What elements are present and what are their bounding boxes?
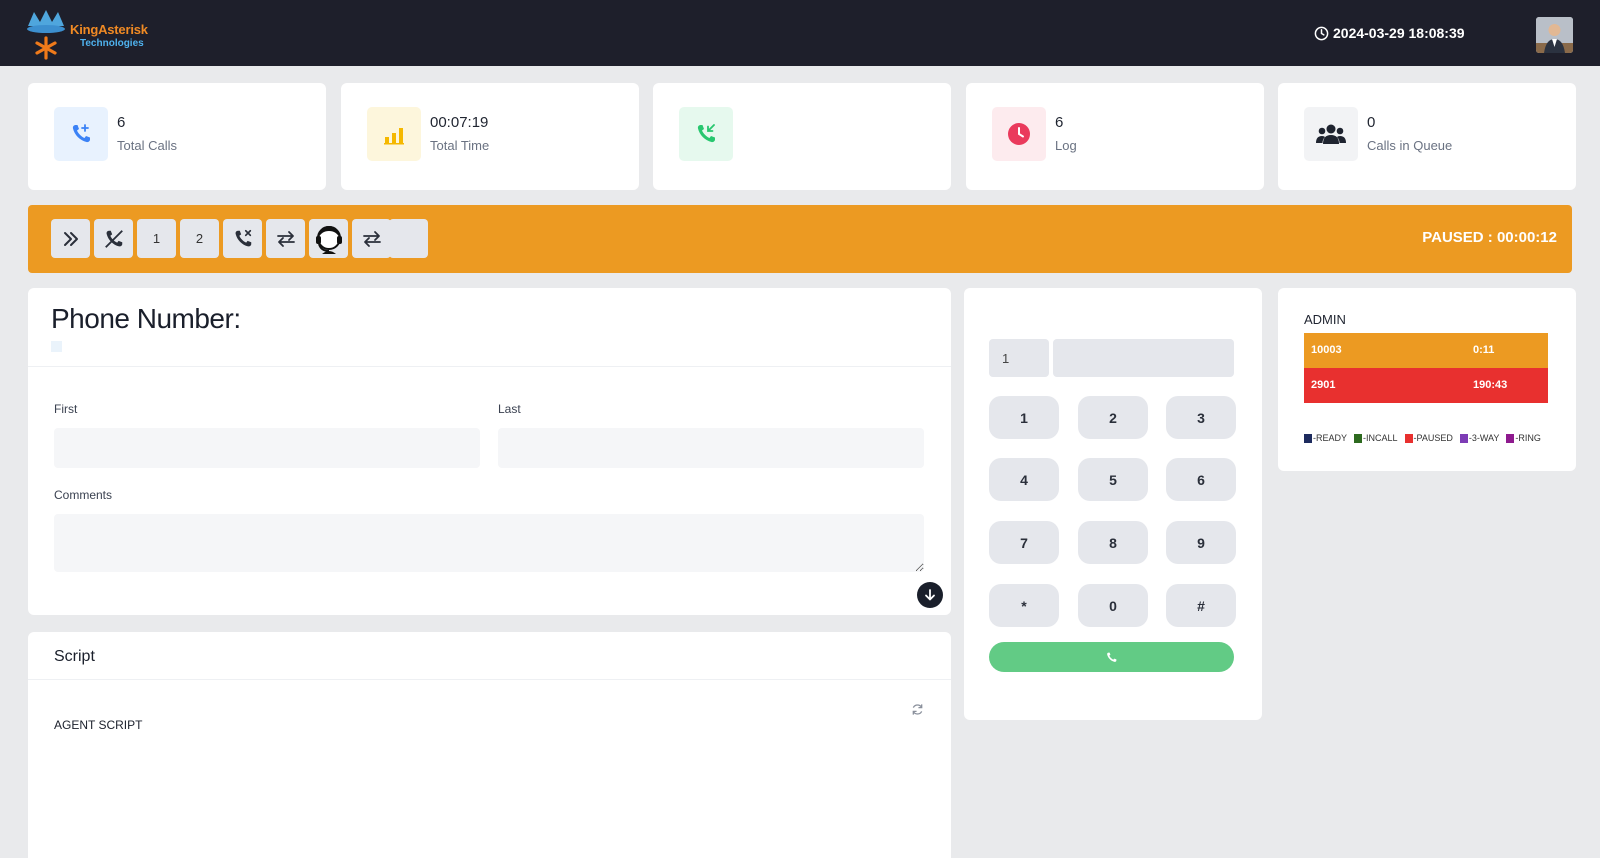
users-icon [1304,107,1358,161]
first-name-field[interactable] [54,428,480,468]
phone-plus-icon [54,107,108,161]
dial-number-field[interactable] [1053,339,1234,377]
stat-value: 6 [1055,114,1064,131]
first-name-label: First [54,402,78,416]
admin-title: ADMIN [1304,312,1346,327]
legend-label: -3-WAY [1468,433,1500,443]
comments-label: Comments [54,488,113,502]
dial-key-7[interactable]: 7 [989,521,1059,564]
pause-status: PAUSED : 00:00:12 [1422,229,1557,246]
scroll-down-button[interactable] [917,582,943,608]
dial-call-button[interactable] [989,642,1234,672]
clock-icon [1314,26,1329,41]
phone-icon [1107,652,1117,662]
agent-row[interactable]: 2901 190:43 [1304,368,1548,403]
blank-button[interactable] [389,219,428,258]
agent-time: 190:43 [1473,379,1508,391]
lead-form-card: Phone Number: First Last Comments [28,288,951,615]
stat-label: Total Calls [117,138,177,153]
stat-card-log: 6 Log [966,83,1264,190]
dial-key-star[interactable]: * [989,584,1059,627]
phone-number-label: Phone Number: [51,303,241,334]
dial-key-5[interactable]: 5 [1078,458,1148,501]
agent-script-text: AGENT SCRIPT [54,718,143,732]
dial-key-1[interactable]: 1 [989,396,1059,439]
logo-sub-text: Technologies [80,38,144,49]
call-missed-button[interactable] [223,219,262,258]
kingasterisk-logo[interactable]: KingAsterisk Technologies [24,8,154,60]
status-legend: -READY -INCALL -PAUSED -3-WAY -RING [1304,433,1541,443]
admin-agents-card: ADMIN 10003 0:11 2901 190:43 -READY -INC… [1278,288,1576,471]
line-1-button[interactable]: 1 [137,219,176,258]
dial-key-4[interactable]: 4 [989,458,1059,501]
hangup-button[interactable] [94,219,133,258]
dial-key-6[interactable]: 6 [1166,458,1236,501]
transfer-button-2[interactable] [352,219,391,258]
legend-item-ring: -RING [1506,433,1541,443]
agent-headset-button[interactable] [309,219,348,258]
agent-control-bar: 1 2 PAUSED : 00:00:12 [28,205,1572,273]
legend-item-incall: -INCALL [1354,433,1398,443]
dialpad-card: 1 1 2 3 4 5 6 7 8 9 * 0 # [964,288,1262,720]
stat-label: Total Time [430,138,490,153]
phone-x-icon [235,229,251,246]
divider [28,679,951,680]
stat-card-incoming [653,83,951,190]
transfer-icon [362,230,381,247]
stat-value: 6 [117,114,126,131]
stat-value: 0 [1367,114,1376,131]
legend-item-ready: -READY [1304,433,1347,443]
arrow-down-icon [925,589,935,601]
phone-number-value [51,341,62,352]
stat-card-total-calls: 6 Total Calls [28,83,326,190]
phone-slash-icon [104,229,123,248]
incoming-call-icon [679,107,733,161]
refresh-icon[interactable] [911,703,924,716]
agent-extension: 2901 [1311,379,1336,391]
dial-key-3[interactable]: 3 [1166,396,1236,439]
legend-label: -INCALL [1363,433,1398,443]
dial-key-9[interactable]: 9 [1166,521,1236,564]
dial-key-0[interactable]: 0 [1078,584,1148,627]
logo-brand-text: KingAsterisk [70,22,148,37]
avatar-person-icon [1536,17,1573,53]
legend-label: -RING [1515,433,1541,443]
clock-icon [992,107,1046,161]
dial-key-8[interactable]: 8 [1078,521,1148,564]
script-card: Script AGENT SCRIPT [28,632,951,858]
agent-row[interactable]: 10003 0:11 [1304,333,1548,368]
script-title: Script [54,648,95,665]
dial-prefix-field[interactable]: 1 [989,339,1049,377]
stat-value: 00:07:19 [430,114,489,131]
stat-card-queue: 0 Calls in Queue [1278,83,1576,190]
stat-label: Log [1055,138,1077,153]
chevrons-right-icon [63,231,78,246]
top-navbar: KingAsterisk Technologies 2024-03-29 18:… [0,0,1600,66]
bar-chart-icon [367,107,421,161]
user-avatar[interactable] [1536,17,1573,53]
agent-headset-icon [315,225,342,254]
legend-item-3way: -3-WAY [1459,433,1500,443]
dial-key-hash[interactable]: # [1166,584,1236,627]
agent-extension: 10003 [1311,344,1342,356]
comments-field[interactable] [54,514,924,572]
stat-label: Calls in Queue [1367,138,1453,153]
agent-time: 0:11 [1473,344,1495,356]
divider [28,366,951,367]
legend-label: -PAUSED [1413,433,1453,443]
current-datetime: 2024-03-29 18:08:39 [1333,25,1465,41]
transfer-icon [276,230,295,247]
transfer-button[interactable] [266,219,305,258]
dial-key-2[interactable]: 2 [1078,396,1148,439]
next-button[interactable] [51,219,90,258]
last-name-label: Last [498,402,521,416]
legend-label: -READY [1313,433,1348,443]
last-name-field[interactable] [498,428,924,468]
line-2-button[interactable]: 2 [180,219,219,258]
stat-card-total-time: 00:07:19 Total Time [341,83,639,190]
legend-item-paused: -PAUSED [1404,433,1453,443]
